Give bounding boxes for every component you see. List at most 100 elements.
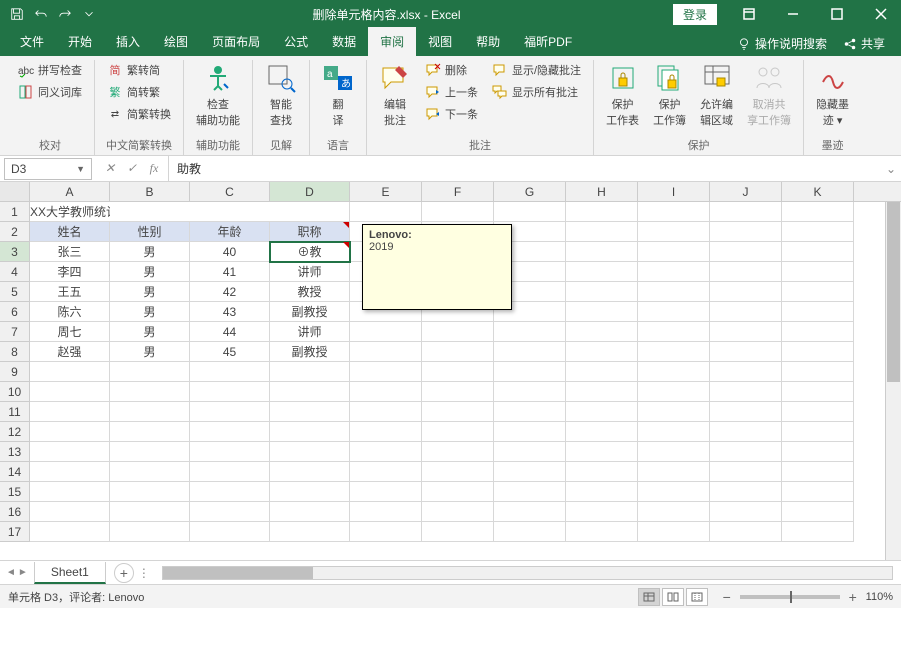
- row-header[interactable]: 14: [0, 462, 30, 482]
- cell[interactable]: 讲师: [270, 262, 350, 282]
- col-header-K[interactable]: K: [782, 182, 854, 201]
- cell[interactable]: [422, 382, 494, 402]
- vscroll-thumb[interactable]: [887, 202, 900, 382]
- cell[interactable]: 男: [110, 282, 190, 302]
- col-header-G[interactable]: G: [494, 182, 566, 201]
- cell[interactable]: [782, 482, 854, 502]
- cell[interactable]: [350, 342, 422, 362]
- cell[interactable]: [638, 302, 710, 322]
- cell[interactable]: [30, 502, 110, 522]
- cell[interactable]: 男: [110, 262, 190, 282]
- cell[interactable]: 姓名: [30, 222, 110, 242]
- cell[interactable]: [782, 202, 854, 222]
- tab-foxit[interactable]: 福昕PDF: [512, 27, 584, 56]
- cell[interactable]: 41: [190, 262, 270, 282]
- cell[interactable]: [190, 402, 270, 422]
- enter-formula-icon[interactable]: ✓: [122, 159, 142, 179]
- cell[interactable]: [350, 202, 422, 222]
- cell[interactable]: [638, 242, 710, 262]
- spreadsheet-grid[interactable]: ABCDEFGHIJK 1XX大学教师统计2姓名性别年龄职称3张三男40⊕教4李…: [0, 182, 901, 560]
- row-header[interactable]: 3: [0, 242, 30, 262]
- share-button[interactable]: 共享: [835, 31, 893, 56]
- zoom-out-button[interactable]: −: [720, 589, 734, 605]
- sheet-nav[interactable]: ◄►: [0, 567, 34, 578]
- accessibility-check-button[interactable]: 检查 辅助功能: [192, 60, 244, 130]
- cell[interactable]: [350, 362, 422, 382]
- col-header-D[interactable]: D: [270, 182, 350, 201]
- cell[interactable]: [30, 482, 110, 502]
- tab-help[interactable]: 帮助: [464, 27, 512, 56]
- row-header[interactable]: 7: [0, 322, 30, 342]
- next-comment-button[interactable]: 下一条: [421, 104, 482, 124]
- col-header-I[interactable]: I: [638, 182, 710, 201]
- cell[interactable]: 男: [110, 242, 190, 262]
- cell[interactable]: 44: [190, 322, 270, 342]
- cell[interactable]: [566, 462, 638, 482]
- undo-icon[interactable]: [30, 3, 52, 25]
- row-header[interactable]: 9: [0, 362, 30, 382]
- cell[interactable]: [110, 482, 190, 502]
- cell[interactable]: [710, 502, 782, 522]
- prev-comment-button[interactable]: 上一条: [421, 82, 482, 102]
- hide-ink-button[interactable]: 隐藏墨 迹 ▾: [812, 60, 853, 130]
- cell[interactable]: [494, 502, 566, 522]
- cell[interactable]: [710, 282, 782, 302]
- cell[interactable]: [566, 342, 638, 362]
- cell[interactable]: [710, 322, 782, 342]
- cell[interactable]: [566, 402, 638, 422]
- fx-icon[interactable]: fx: [144, 159, 164, 179]
- cell[interactable]: [350, 442, 422, 462]
- cell[interactable]: [422, 422, 494, 442]
- cell[interactable]: [782, 282, 854, 302]
- show-hide-comment-button[interactable]: 显示/隐藏批注: [488, 60, 585, 80]
- customize-qat-icon[interactable]: [78, 3, 100, 25]
- cell[interactable]: 男: [110, 302, 190, 322]
- row-header[interactable]: 16: [0, 502, 30, 522]
- cn-convert-button[interactable]: ⇄简繁转换: [103, 104, 175, 124]
- tab-layout[interactable]: 页面布局: [200, 27, 272, 56]
- cell[interactable]: [782, 342, 854, 362]
- page-break-view-button[interactable]: [686, 588, 708, 606]
- formula-input[interactable]: 助教: [169, 156, 881, 181]
- cell[interactable]: [638, 342, 710, 362]
- cell[interactable]: [30, 442, 110, 462]
- cell[interactable]: [494, 362, 566, 382]
- cell[interactable]: [782, 442, 854, 462]
- row-header[interactable]: 4: [0, 262, 30, 282]
- col-header-B[interactable]: B: [110, 182, 190, 201]
- protect-sheet-button[interactable]: 保护 工作表: [602, 60, 643, 130]
- cell[interactable]: 性别: [110, 222, 190, 242]
- cell[interactable]: [566, 242, 638, 262]
- cell[interactable]: ⊕教: [270, 242, 350, 262]
- simp-to-trad-button[interactable]: 繁简转繁: [103, 82, 175, 102]
- cell[interactable]: [270, 382, 350, 402]
- thesaurus-button[interactable]: 同义词库: [14, 82, 86, 102]
- cell[interactable]: [638, 482, 710, 502]
- cell[interactable]: [422, 322, 494, 342]
- login-button[interactable]: 登录: [673, 4, 717, 25]
- cell[interactable]: [110, 502, 190, 522]
- cell[interactable]: [270, 202, 350, 222]
- cell[interactable]: 男: [110, 342, 190, 362]
- col-header-J[interactable]: J: [710, 182, 782, 201]
- cell[interactable]: [270, 422, 350, 442]
- cell[interactable]: [638, 282, 710, 302]
- cell[interactable]: [190, 202, 270, 222]
- tab-insert[interactable]: 插入: [104, 27, 152, 56]
- cell[interactable]: [494, 402, 566, 422]
- cell[interactable]: [110, 462, 190, 482]
- cell[interactable]: [638, 262, 710, 282]
- cell[interactable]: [782, 322, 854, 342]
- cell[interactable]: [110, 422, 190, 442]
- row-header[interactable]: 2: [0, 222, 30, 242]
- cell[interactable]: [30, 522, 110, 542]
- col-header-E[interactable]: E: [350, 182, 422, 201]
- cell[interactable]: [710, 302, 782, 322]
- cancel-formula-icon[interactable]: ✕: [100, 159, 120, 179]
- cell[interactable]: [494, 342, 566, 362]
- cell[interactable]: [566, 422, 638, 442]
- cell[interactable]: [782, 222, 854, 242]
- row-header[interactable]: 12: [0, 422, 30, 442]
- edit-comment-button[interactable]: 编辑 批注: [375, 60, 415, 130]
- cell[interactable]: [350, 482, 422, 502]
